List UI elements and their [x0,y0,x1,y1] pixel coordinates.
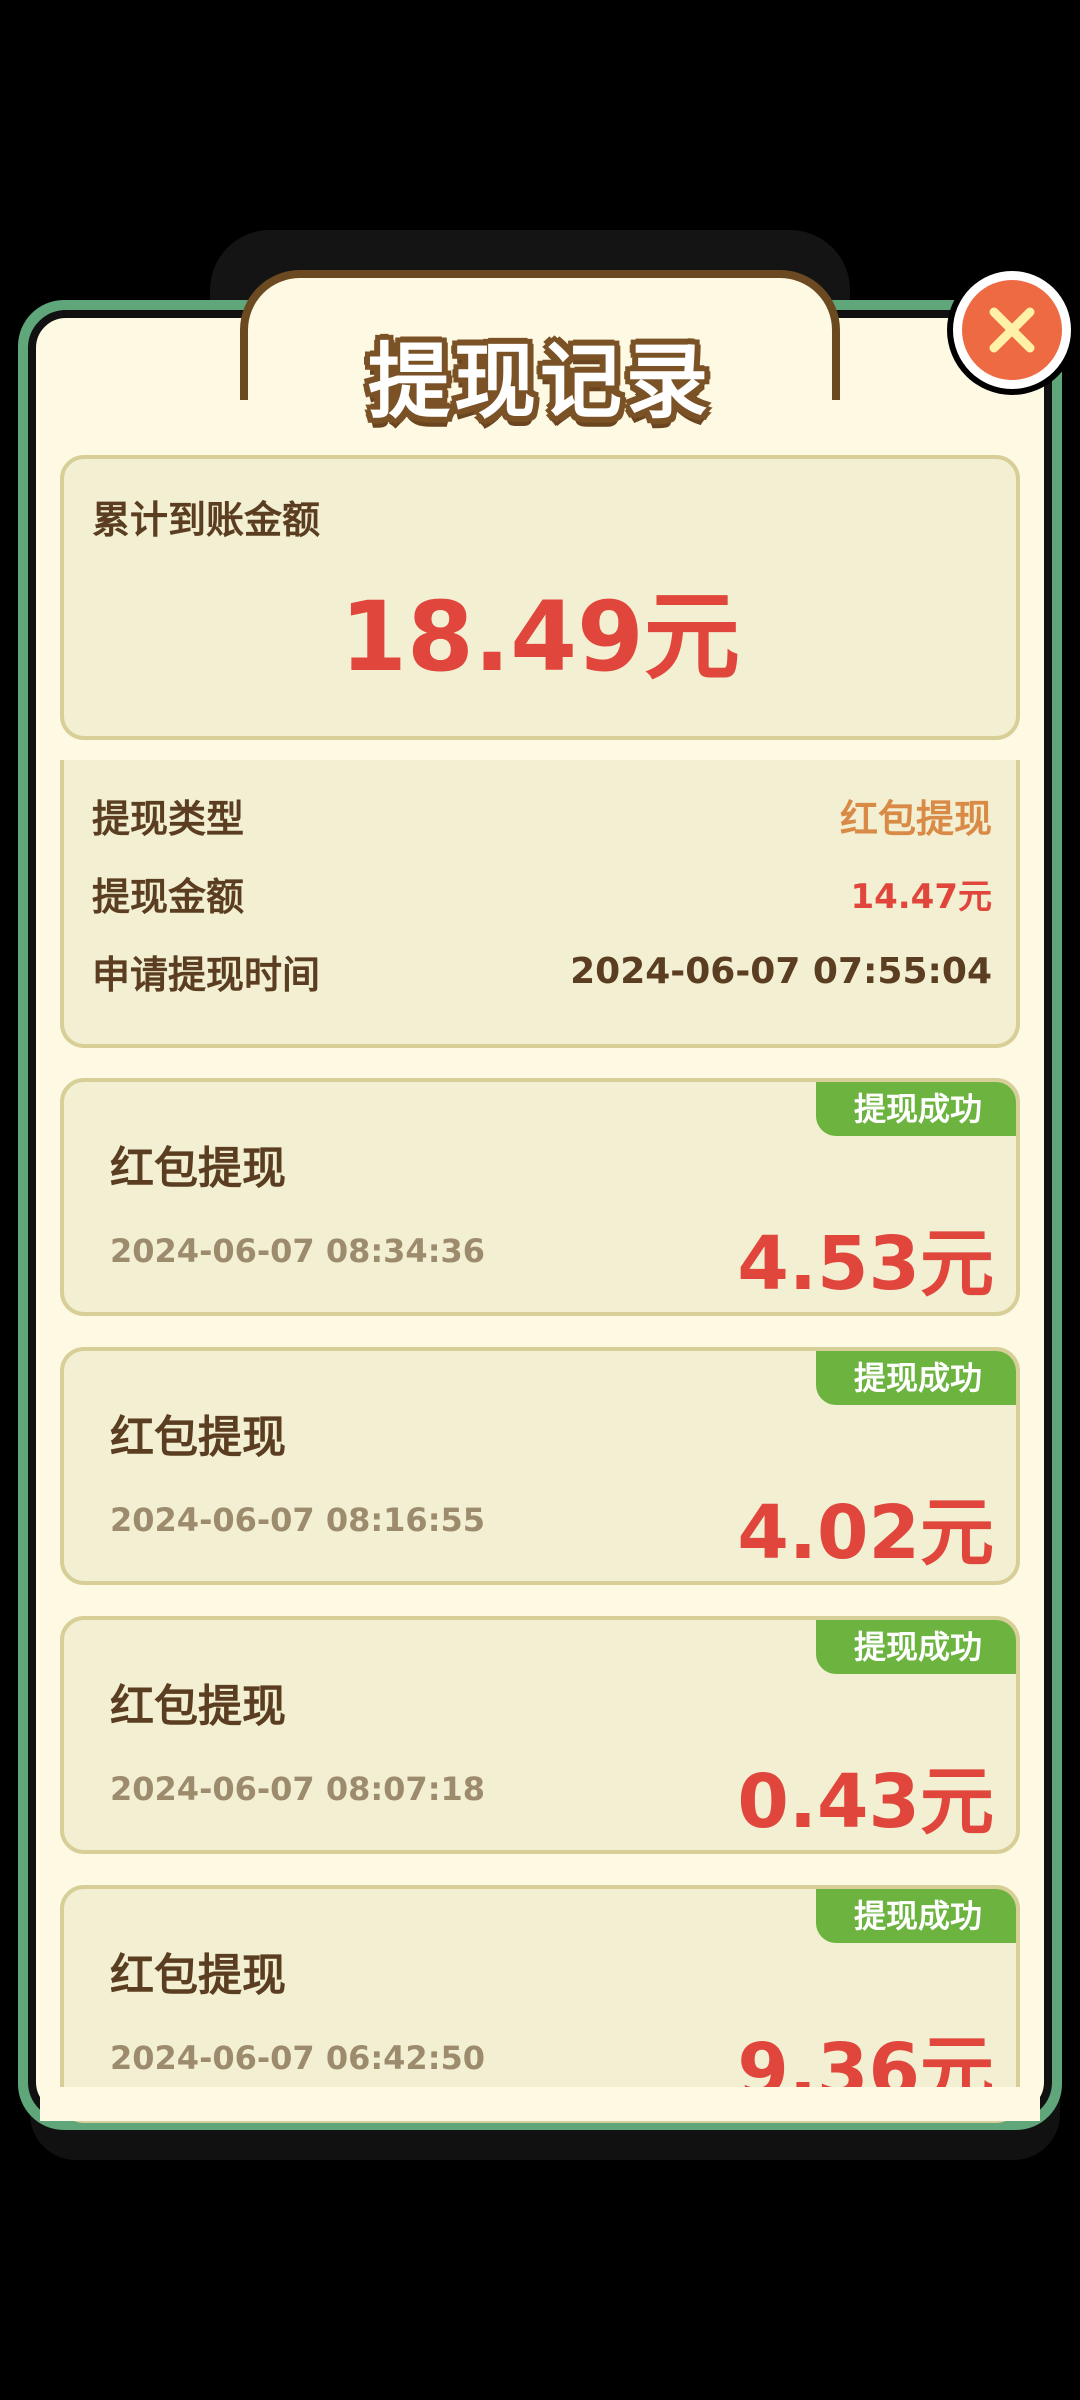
detail-amount-label: 提现金额 [92,874,245,919]
list-item[interactable]: 提现成功 红包提现 2024-06-07 08:34:36 4.53元 [60,1078,1020,1316]
total-received-label: 累计到账金额 [92,498,321,542]
total-received-card: 累计到账金额 18.49元 [60,455,1020,740]
detail-amount-value: 14.47元 [850,876,992,917]
record-title: 红包提现 [110,1681,286,1732]
detail-type-value: 红包提现 [839,796,992,841]
close-button[interactable] [947,265,1077,395]
status-badge: 提现成功 [816,1351,1016,1405]
close-icon [989,307,1035,353]
detail-time-label: 申请提现时间 [92,952,321,997]
status-badge: 提现成功 [816,1082,1016,1136]
list-item[interactable]: 提现成功 红包提现 2024-06-07 08:16:55 4.02元 [60,1347,1020,1585]
record-title: 红包提现 [110,1412,286,1463]
page-title: 提现记录 [367,335,712,430]
list-item[interactable]: 提现成功 红包提现 2024-06-07 08:07:18 0.43元 [60,1616,1020,1854]
record-title: 红包提现 [110,1143,286,1194]
detail-type-label: 提现类型 [92,796,245,841]
withdraw-detail-card: 提现类型 红包提现 提现金额 14.47元 申请提现时间 2024-06-07 … [60,760,1020,1048]
detail-row-amount: 提现金额 14.47元 [92,868,992,919]
status-badge: 提现成功 [816,1620,1016,1674]
record-time: 2024-06-07 08:34:36 [110,1232,486,1270]
detail-row-type: 提现类型 红包提现 [92,790,992,841]
record-time: 2024-06-07 08:16:55 [110,1501,486,1539]
record-amount: 0.43元 [737,1759,994,1845]
record-title: 红包提现 [110,1950,286,2001]
record-amount: 4.02元 [737,1490,994,1576]
total-received-value: 18.49元 [340,581,740,693]
list-scroll-clip [40,2087,1040,2121]
detail-row-time: 申请提现时间 2024-06-07 07:55:04 [92,946,992,997]
record-time: 2024-06-07 08:07:18 [110,1770,486,1808]
record-amount: 4.53元 [737,1221,994,1307]
withdraw-records-screen: 提现记录 累计到账金额 18.49元 提现类型 红包提现 提现金额 14.47元… [0,0,1080,2400]
status-badge: 提现成功 [816,1889,1016,1943]
record-time: 2024-06-07 06:42:50 [110,2039,486,2077]
detail-time-value: 2024-06-07 07:55:04 [570,950,992,992]
